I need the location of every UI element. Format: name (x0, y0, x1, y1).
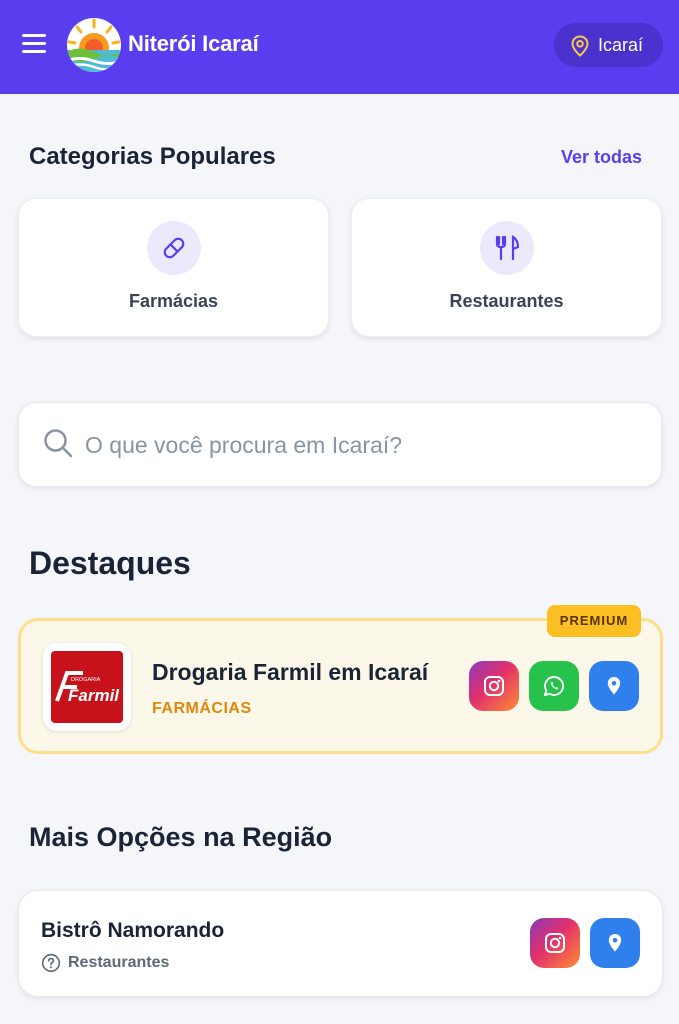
search-box (18, 402, 662, 487)
category-icon-bg (480, 221, 534, 275)
brand-name: Niterói Icaraí (128, 31, 259, 56)
instagram-icon (545, 933, 565, 953)
business-category: FARMÁCIAS (152, 700, 252, 717)
map-pin-icon (608, 934, 622, 952)
farmil-logo-icon: DROGARIA Farmil (55, 671, 120, 705)
category-label: Restaurantes (449, 291, 564, 311)
logo-text: Farmil (68, 686, 120, 705)
map-button[interactable] (590, 918, 640, 968)
map-pin-icon (571, 35, 589, 57)
search-icon (44, 429, 73, 458)
business-category: Restaurantes (68, 954, 170, 971)
map-pin-icon (607, 677, 621, 695)
categories-title: Categorias Populares (29, 143, 276, 170)
instagram-button[interactable] (469, 661, 519, 711)
search-input[interactable] (85, 425, 645, 465)
highlights-title: Destaques (29, 545, 191, 581)
logo-subtext: DROGARIA (71, 677, 101, 683)
category-label: Farmácias (128, 291, 219, 311)
premium-badge: PREMIUM (547, 605, 641, 637)
menu-icon-line (22, 42, 46, 45)
whatsapp-button[interactable] (529, 661, 579, 711)
menu-button[interactable] (20, 30, 48, 58)
category-card-pharmacies[interactable]: Farmácias (18, 198, 329, 337)
category-card-restaurants[interactable]: Restaurantes (351, 198, 662, 337)
business-logo: DROGARIA Farmil (43, 643, 131, 731)
list-item[interactable]: Bistrô Namorando Restaurantes (18, 890, 663, 997)
help-circle-icon (41, 953, 61, 973)
instagram-icon (484, 676, 504, 696)
menu-icon-line (22, 50, 46, 53)
location-label: Icaraí (598, 35, 644, 55)
farmil-logo: DROGARIA Farmil (51, 651, 123, 723)
sun-waves-logo-icon (67, 18, 121, 72)
top-app-bar: Niterói Icaraí Icaraí (0, 0, 679, 94)
more-options-title: Mais Opções na Região (29, 822, 333, 852)
utensils-icon (495, 235, 520, 261)
location-chip[interactable]: Icaraí (554, 23, 663, 67)
pill-icon (163, 237, 185, 259)
whatsapp-icon (543, 676, 565, 697)
business-name: Drogaria Farmil em Icaraí (152, 659, 429, 685)
see-all-link[interactable]: Ver todas (561, 147, 642, 168)
menu-icon (22, 34, 46, 37)
category-icon-bg (147, 221, 201, 275)
map-button[interactable] (589, 661, 639, 711)
featured-business-card[interactable]: PREMIUM DROGARIA Farmil Drogaria Farmil … (18, 605, 663, 754)
business-name: Bistrô Namorando (41, 919, 225, 942)
instagram-button[interactable] (530, 918, 580, 968)
